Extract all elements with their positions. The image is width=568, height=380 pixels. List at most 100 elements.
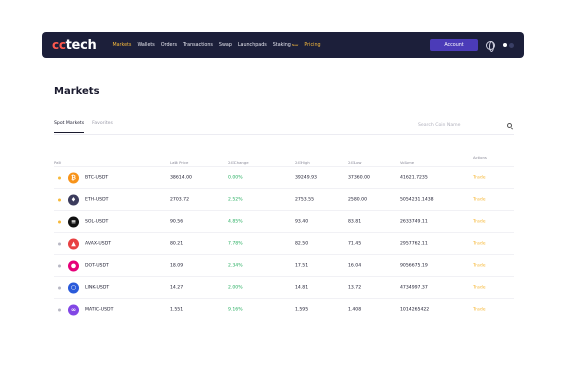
volume-value: 2633749.11 <box>400 219 428 224</box>
favorite-star-icon[interactable] <box>58 220 61 223</box>
globe-icon[interactable] <box>486 40 495 52</box>
volume-value: 41621.7235 <box>400 175 428 180</box>
change-value: 2.00% <box>228 285 243 290</box>
low-value: 37360.00 <box>348 175 370 180</box>
pair-name: AVAX-USDT <box>85 241 112 246</box>
last-price: 90.56 <box>170 219 184 224</box>
favorite-star-icon[interactable] <box>58 198 61 201</box>
table-row[interactable]: ♦ ETH-USDT 2703.72 2.52% 2753.55 2580.00… <box>54 188 514 210</box>
low-value: 13.72 <box>348 285 362 290</box>
trade-link[interactable]: Trade <box>473 285 486 290</box>
favorite-star-icon[interactable] <box>58 242 61 245</box>
dark-mode-icon <box>509 42 514 48</box>
pair-name: SOL-USDT <box>85 219 109 224</box>
bitcoin-icon: ₿ <box>68 172 79 183</box>
low-value: 1.408 <box>348 307 362 312</box>
table-body: ₿ BTC-USDT 38614.00 0.00% 39249.93 37360… <box>54 166 514 320</box>
change-value: 7.78% <box>228 241 243 246</box>
last-price: 2703.72 <box>170 197 189 202</box>
volume-value: 2957762.11 <box>400 241 428 246</box>
avalanche-icon: ▲ <box>68 238 79 249</box>
tab-spot-markets[interactable]: Spot Markets <box>54 121 85 133</box>
market-tabs: Spot Markets Favorites <box>54 121 113 133</box>
table-row[interactable]: ● DOT-USDT 18.09 2.34% 17.51 16.04 90566… <box>54 254 514 276</box>
nav-item-pricing[interactable]: Pricing <box>304 43 320 48</box>
high-value: 39249.93 <box>295 175 317 180</box>
volume-value: 9056675.19 <box>400 263 428 268</box>
change-value: 2.34% <box>228 263 243 268</box>
favorite-star-icon[interactable] <box>58 264 61 267</box>
search-icon[interactable] <box>507 122 512 128</box>
trade-link[interactable]: Trade <box>473 197 486 202</box>
change-value: 2.52% <box>228 197 243 202</box>
last-price: 38614.00 <box>170 175 192 180</box>
high-value: 2753.55 <box>295 197 314 202</box>
pair-name: DOT-USDT <box>85 263 109 268</box>
pair-name: ETH-USDT <box>85 197 109 202</box>
trade-link[interactable]: Trade <box>473 241 486 246</box>
tabs-divider <box>54 134 514 135</box>
nav-item-transactions[interactable]: Transactions <box>183 43 213 48</box>
last-price: 80.21 <box>170 241 184 246</box>
last-price: 18.09 <box>170 263 184 268</box>
change-value: 4.85% <box>228 219 243 224</box>
favorite-star-icon[interactable] <box>58 286 61 289</box>
trade-link[interactable]: Trade <box>473 307 486 312</box>
table-row[interactable]: ∞ MATIC-USDT 1.551 9.16% 1.595 1.408 101… <box>54 298 514 320</box>
trade-link[interactable]: Trade <box>473 175 486 180</box>
light-mode-icon <box>503 43 507 47</box>
brand-logo-mark: cc <box>52 38 66 52</box>
trade-link[interactable]: Trade <box>473 219 486 224</box>
low-value: 16.04 <box>348 263 362 268</box>
favorite-star-icon[interactable] <box>58 308 61 311</box>
table-row[interactable]: ≡ SOL-USDT 90.56 4.85% 93.40 83.81 26337… <box>54 210 514 232</box>
pair-name: LINK-USDT <box>85 285 110 290</box>
pair-name: BTC-USDT <box>85 175 109 180</box>
theme-toggle[interactable] <box>503 42 514 48</box>
nav-item-swap[interactable]: Swap <box>219 43 232 48</box>
change-value: 9.16% <box>228 307 243 312</box>
table-row[interactable]: ▲ AVAX-USDT 80.21 7.78% 82.50 71.45 2957… <box>54 232 514 254</box>
nav-item-staking[interactable]: StakingNew <box>273 43 299 48</box>
solana-icon: ≡ <box>68 216 79 227</box>
brand-logo[interactable]: cc tech <box>52 37 97 53</box>
pair-name: MATIC-USDT <box>85 307 114 312</box>
table-header: Pair ⇅ Last Price ⇅ 24 Change ⇅ 24 High ⇅ 24… <box>54 155 487 165</box>
nav-item-wallets[interactable]: Wallets <box>137 43 154 48</box>
header-actions: Actions <box>473 155 487 160</box>
ethereum-icon: ♦ <box>68 194 79 205</box>
table-row[interactable]: ₿ BTC-USDT 38614.00 0.00% 39249.93 37360… <box>54 166 514 188</box>
tab-favorites[interactable]: Favorites <box>92 121 113 133</box>
nav-item-launchpads[interactable]: Launchpads <box>238 43 267 48</box>
low-value: 71.45 <box>348 241 362 246</box>
search-field[interactable]: Search Coin Name <box>418 120 514 130</box>
brand-logo-text: tech <box>65 37 97 53</box>
favorite-star-icon[interactable] <box>58 176 61 179</box>
nav-item-staking-label: Staking <box>272 42 291 48</box>
high-value: 14.81 <box>295 285 309 290</box>
low-value: 83.81 <box>348 219 362 224</box>
trade-link[interactable]: Trade <box>473 263 486 268</box>
markets-table: Pair ⇅ Last Price ⇅ 24 Change ⇅ 24 High ⇅ 24… <box>54 150 514 320</box>
high-value: 1.595 <box>295 307 309 312</box>
low-value: 2580.00 <box>348 197 367 202</box>
last-price: 14.27 <box>170 285 184 290</box>
search-input[interactable]: Search Coin Name <box>418 123 460 128</box>
polygon-icon: ∞ <box>68 304 79 315</box>
main-nav: Markets Wallets Orders Transactions Swap… <box>112 43 430 48</box>
change-value: 0.00% <box>228 175 243 180</box>
volume-value: 5054231.1438 <box>400 197 434 202</box>
chainlink-icon: ⬡ <box>68 282 79 293</box>
nav-item-orders[interactable]: Orders <box>161 43 177 48</box>
volume-value: 1014265422 <box>400 307 430 312</box>
high-value: 82.50 <box>295 241 309 246</box>
volume-value: 4734997.37 <box>400 285 428 290</box>
account-button[interactable]: Account <box>430 39 478 51</box>
table-row[interactable]: ⬡ LINK-USDT 14.27 2.00% 14.81 13.72 4734… <box>54 276 514 298</box>
nav-item-markets[interactable]: Markets <box>112 43 131 48</box>
last-price: 1.551 <box>170 307 184 312</box>
new-badge: New <box>291 42 299 47</box>
polkadot-icon: ● <box>68 260 79 271</box>
top-navbar: cc tech Markets Wallets Orders Transacti… <box>42 32 524 58</box>
page-title: Markets <box>54 86 100 97</box>
